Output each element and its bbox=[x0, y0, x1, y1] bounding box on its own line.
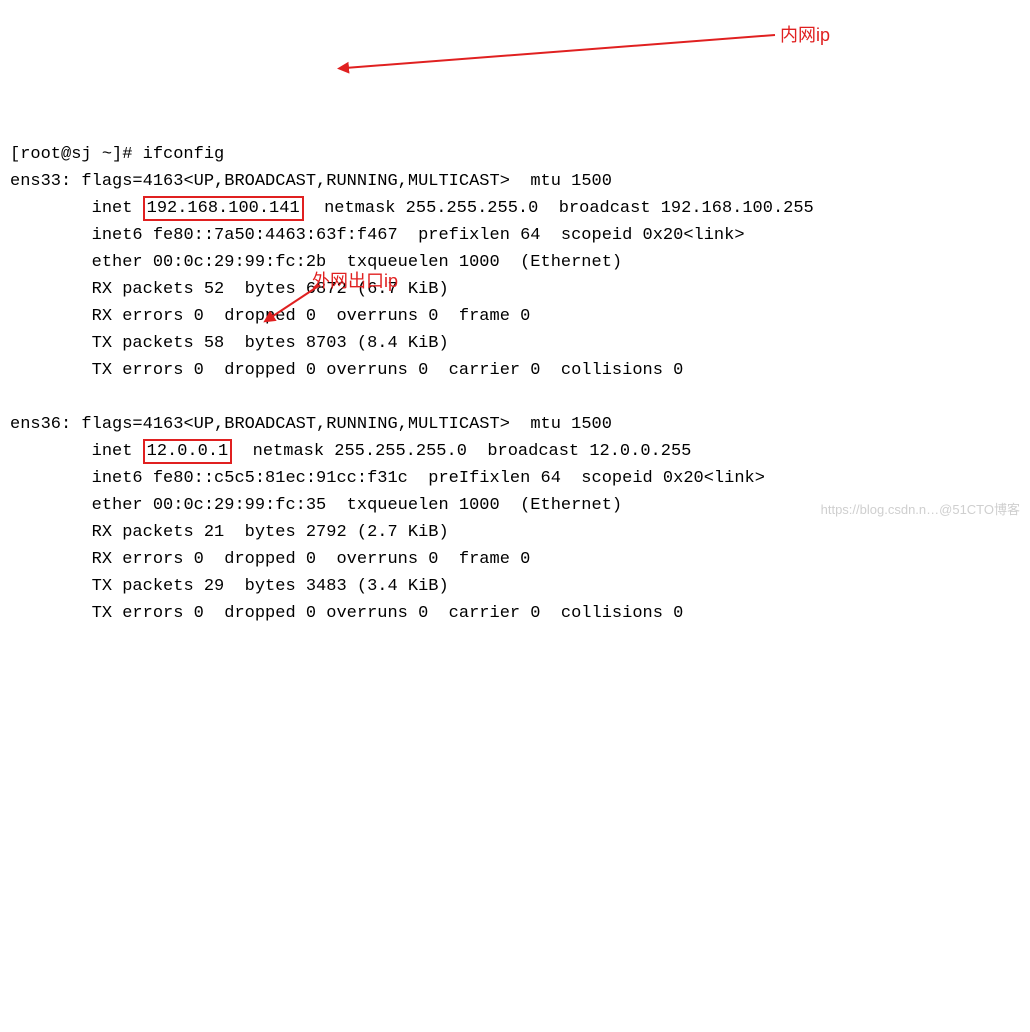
ens33-netmask: netmask 255.255.255.0 bbox=[324, 199, 538, 218]
ens36-tx-errors: TX errors 0 dropped 0 overruns 0 carrier… bbox=[92, 604, 684, 623]
ens33-flags: flags=4163<UP,BROADCAST,RUNNING,MULTICAS… bbox=[81, 172, 509, 191]
ens33-tx: TX packets 58 bytes 8703 (8.4 KiB) bbox=[92, 334, 449, 353]
annotation-inner-ip: 内网ip bbox=[780, 22, 830, 49]
ens36-rx-errors: RX errors 0 dropped 0 overruns 0 frame 0 bbox=[92, 550, 531, 569]
ens36-ether: ether 00:0c:29:99:fc:35 txqueuelen 1000 … bbox=[92, 496, 623, 515]
ens36-inet6-b: fixlen 64 scopeid 0x20<link> bbox=[469, 469, 765, 488]
ens33-inet6: inet6 fe80::7a50:4463:63f:f467 prefixlen… bbox=[92, 226, 745, 245]
ens33-mtu: mtu 1500 bbox=[530, 172, 612, 191]
text-cursor-icon: I bbox=[459, 469, 469, 488]
ens36-netmask: netmask 255.255.255.0 bbox=[253, 442, 467, 461]
ens36-mtu: mtu 1500 bbox=[530, 415, 612, 434]
terminal-output: [root@sj ~]# ifconfig ens33: flags=4163<… bbox=[0, 108, 1030, 627]
ens33-broadcast: broadcast 192.168.100.255 bbox=[559, 199, 814, 218]
ens36-tx: TX packets 29 bytes 3483 (3.4 KiB) bbox=[92, 577, 449, 596]
command-ifconfig: ifconfig bbox=[143, 145, 225, 164]
ens33-inet-highlight: 192.168.100.141 bbox=[143, 196, 304, 221]
ens36-inet6-a: inet6 fe80::c5c5:81ec:91cc:f31c pre bbox=[92, 469, 459, 488]
iface-name-ens33: ens33 bbox=[10, 172, 61, 191]
annotation-outer-ip: 外网出口ip bbox=[312, 268, 398, 295]
ens33-rx-errors: RX errors 0 dropped 0 overruns 0 frame 0 bbox=[92, 307, 531, 326]
prompt: [root@sj ~]# bbox=[10, 145, 143, 164]
ens33-tx-errors: TX errors 0 dropped 0 overruns 0 carrier… bbox=[92, 361, 684, 380]
ens36-flags: flags=4163<UP,BROADCAST,RUNNING,MULTICAS… bbox=[81, 415, 509, 434]
ens36-inet-highlight: 12.0.0.1 bbox=[143, 439, 233, 464]
iface-name-ens36: ens36 bbox=[10, 415, 61, 434]
ens36-rx: RX packets 21 bytes 2792 (2.7 KiB) bbox=[92, 523, 449, 542]
ens36-broadcast: broadcast 12.0.0.255 bbox=[487, 442, 691, 461]
watermark: https://blog.csdn.n…@51CTO博客 bbox=[821, 496, 1020, 523]
